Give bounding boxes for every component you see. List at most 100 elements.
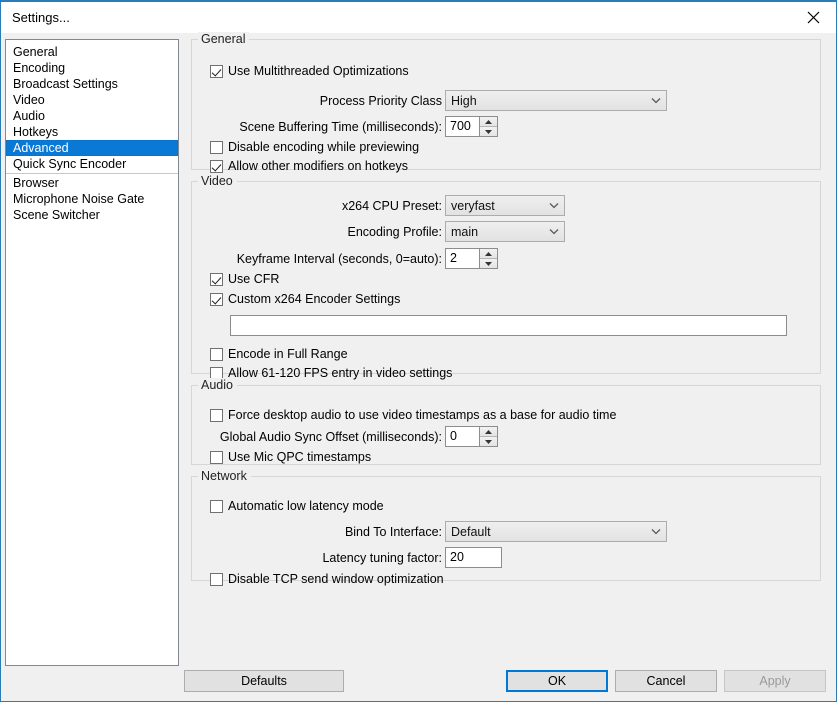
- encode-in-full-range-checkbox[interactable]: Encode in Full Range: [210, 347, 348, 361]
- chevron-down-icon: [544, 202, 564, 209]
- stepper-up-icon[interactable]: [480, 249, 497, 258]
- encoding-profile-label-wrap: Encoding Profile:: [192, 221, 442, 243]
- stepper-buttons[interactable]: [479, 117, 497, 136]
- group-audio: Audio Force desktop audio to use video t…: [191, 378, 821, 465]
- checkbox-box[interactable]: [210, 347, 223, 361]
- checkbox-box[interactable]: [210, 450, 223, 464]
- scene-buffering-time-stepper[interactable]: 700: [445, 116, 498, 137]
- bind-to-interface-label: Bind To Interface:: [344, 525, 442, 539]
- sidebar-item-scene-switcher[interactable]: Scene Switcher: [6, 207, 178, 223]
- checkbox-box[interactable]: [210, 64, 223, 78]
- checkbox-box[interactable]: [210, 572, 223, 586]
- group-general: General Use Multithreaded Optimizations …: [191, 32, 821, 173]
- sidebar-item-general[interactable]: General: [6, 44, 178, 60]
- global-audio-sync-offset-label-wrap: Global Audio Sync Offset (milliseconds):: [192, 426, 442, 448]
- sidebar-item-video[interactable]: Video: [6, 92, 178, 108]
- checkbox-box[interactable]: [210, 159, 223, 173]
- sidebar-item-browser[interactable]: Browser: [6, 175, 178, 191]
- disable-encoding-while-previewing-label: Disable encoding while previewing: [228, 140, 420, 154]
- latency-tuning-factor-input[interactable]: 20: [445, 547, 502, 568]
- keyframe-interval-value[interactable]: 2: [446, 249, 479, 268]
- latency-tuning-factor-label: Latency tuning factor:: [322, 551, 442, 565]
- bind-to-interface-select[interactable]: Default: [445, 521, 667, 542]
- stepper-up-icon[interactable]: [480, 427, 497, 436]
- scene-buffering-label-wrap: Scene Buffering Time (milliseconds):: [192, 116, 442, 138]
- apply-button-label: Apply: [759, 674, 791, 688]
- global-audio-sync-offset-label: Global Audio Sync Offset (milliseconds):: [219, 430, 442, 444]
- encoding-profile-label: Encoding Profile:: [347, 225, 442, 239]
- allow-61-120-fps-checkbox[interactable]: Allow 61-120 FPS entry in video settings: [210, 366, 452, 380]
- stepper-down-icon[interactable]: [480, 126, 497, 136]
- settings-category-list[interactable]: General Encoding Broadcast Settings Vide…: [5, 39, 179, 666]
- automatic-low-latency-mode-label: Automatic low latency mode: [228, 499, 384, 513]
- defaults-button[interactable]: Defaults: [184, 670, 344, 692]
- keyframe-interval-stepper[interactable]: 2: [445, 248, 498, 269]
- encode-in-full-range-label: Encode in Full Range: [228, 347, 348, 361]
- x264-cpu-preset-value: veryfast: [451, 198, 495, 213]
- force-desktop-audio-checkbox[interactable]: Force desktop audio to use video timesta…: [210, 408, 616, 422]
- custom-x264-encoder-settings-input[interactable]: [230, 315, 787, 336]
- close-icon[interactable]: [791, 2, 836, 32]
- custom-x264-encoder-settings-checkbox[interactable]: Custom x264 Encoder Settings: [210, 292, 400, 306]
- stepper-down-icon[interactable]: [480, 436, 497, 446]
- force-desktop-audio-label: Force desktop audio to use video timesta…: [228, 408, 617, 422]
- x264-cpu-preset-label-wrap: x264 CPU Preset:: [192, 195, 442, 217]
- bind-to-interface-value: Default: [451, 524, 491, 539]
- checkbox-box[interactable]: [210, 499, 223, 513]
- sidebar-item-advanced[interactable]: Advanced: [6, 140, 178, 156]
- cancel-button[interactable]: Cancel: [615, 670, 717, 692]
- disable-tcp-send-window-optimization-checkbox[interactable]: Disable TCP send window optimization: [210, 572, 444, 586]
- stepper-buttons[interactable]: [479, 427, 497, 446]
- allow-other-modifiers-on-hotkeys-checkbox[interactable]: Allow other modifiers on hotkeys: [210, 159, 408, 173]
- chevron-down-icon: [646, 528, 666, 535]
- checkbox-box[interactable]: [210, 272, 223, 286]
- sidebar-item-encoding[interactable]: Encoding: [6, 60, 178, 76]
- apply-button: Apply: [724, 670, 826, 692]
- settings-dialog: Settings... General Encoding Broadcast S…: [0, 0, 837, 702]
- x264-cpu-preset-label: x264 CPU Preset:: [341, 199, 442, 213]
- title-bar: Settings...: [1, 2, 836, 33]
- allow-other-modifiers-on-hotkeys-label: Allow other modifiers on hotkeys: [228, 159, 408, 173]
- custom-x264-encoder-settings-label: Custom x264 Encoder Settings: [228, 292, 401, 306]
- checkbox-box[interactable]: [210, 140, 223, 154]
- disable-encoding-while-previewing-checkbox[interactable]: Disable encoding while previewing: [210, 140, 419, 154]
- ok-button[interactable]: OK: [506, 670, 608, 692]
- sidebar-item-hotkeys[interactable]: Hotkeys: [6, 124, 178, 140]
- encoding-profile-value: main: [451, 224, 479, 239]
- process-priority-class-select[interactable]: High: [445, 90, 667, 111]
- settings-content-panel: General Use Multithreaded Optimizations …: [191, 32, 821, 592]
- latency-tuning-factor-label-wrap: Latency tuning factor:: [192, 547, 442, 569]
- keyframe-interval-label-wrap: Keyframe Interval (seconds, 0=auto):: [192, 248, 442, 270]
- process-priority-class-label: Process Priority Class: [319, 94, 442, 108]
- use-mic-qpc-timestamps-checkbox[interactable]: Use Mic QPC timestamps: [210, 450, 371, 464]
- use-cfr-checkbox[interactable]: Use CFR: [210, 272, 279, 286]
- scene-buffering-time-value[interactable]: 700: [446, 117, 479, 136]
- global-audio-sync-offset-stepper[interactable]: 0: [445, 426, 498, 447]
- sidebar-item-audio[interactable]: Audio: [6, 108, 178, 124]
- stepper-buttons[interactable]: [479, 249, 497, 268]
- sidebar-item-quick-sync-encoder[interactable]: Quick Sync Encoder: [6, 156, 178, 172]
- stepper-up-icon[interactable]: [480, 117, 497, 126]
- cancel-button-label: Cancel: [646, 674, 686, 688]
- use-multithreaded-optimizations-checkbox[interactable]: Use Multithreaded Optimizations: [210, 64, 409, 78]
- bind-to-interface-label-wrap: Bind To Interface:: [192, 521, 442, 543]
- sidebar-item-microphone-noise-gate[interactable]: Microphone Noise Gate: [6, 191, 178, 207]
- stepper-down-icon[interactable]: [480, 258, 497, 268]
- global-audio-sync-offset-value[interactable]: 0: [446, 427, 479, 446]
- group-video: Video x264 CPU Preset: veryfast Encoding…: [191, 174, 821, 380]
- process-priority-class-label-wrap: Process Priority Class: [192, 90, 442, 112]
- checkbox-box[interactable]: [210, 292, 223, 306]
- sidebar-separator: [6, 173, 178, 174]
- encoding-profile-select[interactable]: main: [445, 221, 565, 242]
- automatic-low-latency-mode-checkbox[interactable]: Automatic low latency mode: [210, 499, 384, 513]
- use-cfr-label: Use CFR: [228, 272, 280, 286]
- defaults-button-label: Defaults: [241, 674, 287, 688]
- process-priority-class-value: High: [451, 93, 477, 108]
- use-mic-qpc-timestamps-label: Use Mic QPC timestamps: [228, 450, 372, 464]
- sidebar-item-broadcast-settings[interactable]: Broadcast Settings: [6, 76, 178, 92]
- chevron-down-icon: [646, 97, 666, 104]
- disable-tcp-send-window-optimization-label: Disable TCP send window optimization: [228, 572, 444, 586]
- x264-cpu-preset-select[interactable]: veryfast: [445, 195, 565, 216]
- checkbox-box[interactable]: [210, 408, 223, 422]
- use-multithreaded-optimizations-label: Use Multithreaded Optimizations: [228, 64, 409, 78]
